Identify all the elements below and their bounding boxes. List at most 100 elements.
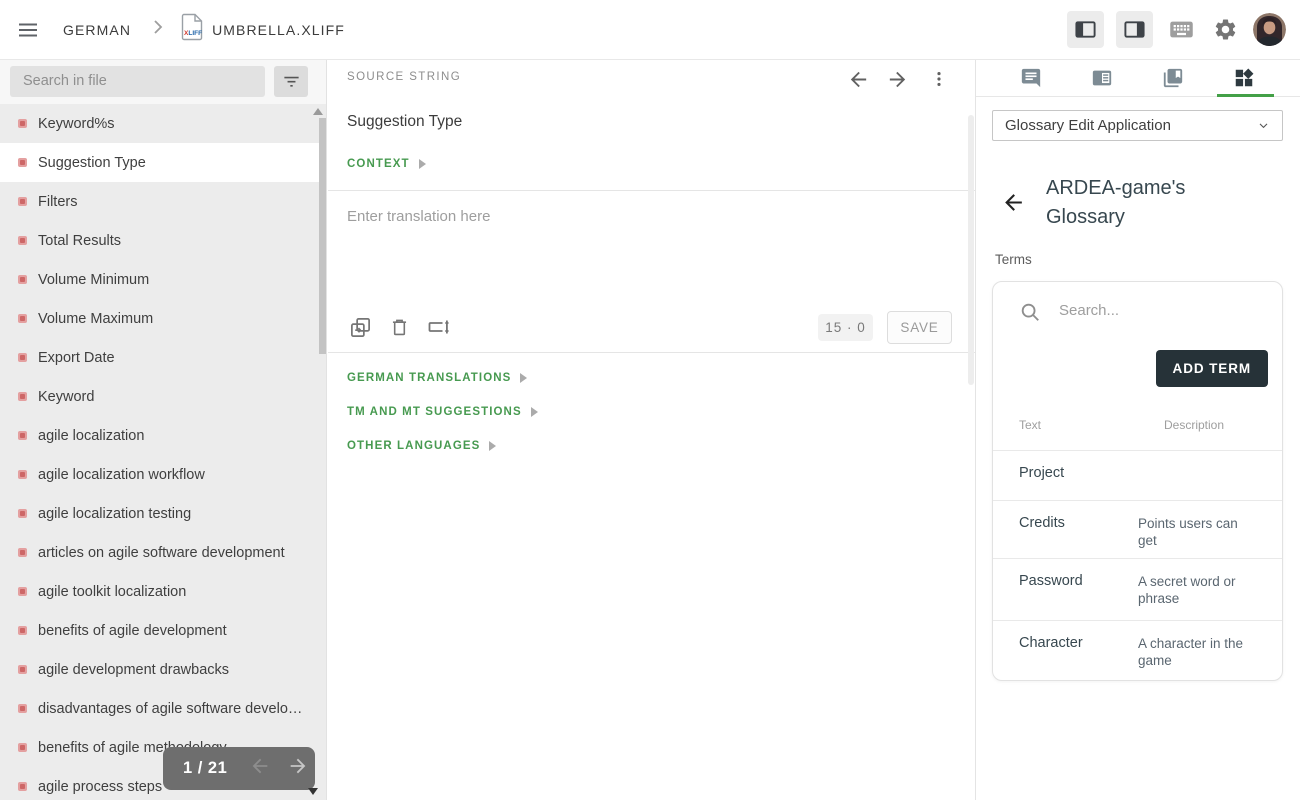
list-item[interactable]: Keyword%s xyxy=(0,104,326,143)
string-status-icon xyxy=(18,626,27,635)
list-item[interactable]: agile localization workflow xyxy=(0,455,326,494)
copy-source-icon[interactable] xyxy=(349,316,372,339)
keyboard-shortcuts-icon[interactable] xyxy=(1165,14,1197,46)
list-item[interactable]: Total Results xyxy=(0,221,326,260)
tab-collections-bookmark[interactable] xyxy=(1162,67,1184,94)
string-status-icon xyxy=(18,587,27,596)
list-item[interactable]: articles on agile software development xyxy=(0,533,326,572)
section-other-languages[interactable]: OTHER LANGUAGES xyxy=(347,440,496,452)
list-item-label: Volume Maximum xyxy=(38,311,153,327)
more-options-icon[interactable] xyxy=(929,68,949,95)
context-section-toggle[interactable]: CONTEXT xyxy=(347,158,426,170)
glossary-back-icon[interactable] xyxy=(1001,190,1026,220)
tab-comments[interactable] xyxy=(1020,67,1042,94)
column-header-text: Text xyxy=(1019,418,1041,432)
delete-translation-icon[interactable] xyxy=(389,316,410,338)
translation-input[interactable]: Enter translation here xyxy=(347,208,490,225)
previous-string-icon[interactable] xyxy=(847,68,870,96)
string-status-icon xyxy=(18,119,27,128)
breadcrumb-language[interactable]: GERMAN xyxy=(63,22,131,38)
list-item-label: agile process steps xyxy=(38,779,162,795)
string-status-icon xyxy=(18,158,27,167)
term-description: Points users can get xyxy=(1138,515,1248,549)
sidebar-scrollbar[interactable] xyxy=(319,118,326,354)
tab-widgets-active[interactable] xyxy=(1233,67,1255,94)
svg-text:XLIFF: XLIFF xyxy=(184,30,202,37)
list-item-label: disadvantages of agile software develo… xyxy=(38,701,302,717)
panel-tabs xyxy=(976,60,1300,97)
list-item[interactable]: Volume Maximum xyxy=(0,299,326,338)
menu-icon[interactable] xyxy=(16,18,40,42)
string-status-icon xyxy=(18,548,27,557)
string-status-icon xyxy=(18,704,27,713)
previous-page-icon[interactable] xyxy=(249,755,271,782)
editor-scrollbar[interactable] xyxy=(968,115,974,385)
list-item[interactable]: disadvantages of agile software develo… xyxy=(0,689,326,728)
list-item[interactable]: agile localization testing xyxy=(0,494,326,533)
glossary-app-select[interactable]: Glossary Edit Application xyxy=(992,110,1283,141)
list-item[interactable]: agile toolkit localization xyxy=(0,572,326,611)
list-item-label: Export Date xyxy=(38,350,115,366)
filter-button[interactable] xyxy=(274,66,308,97)
save-button[interactable]: SAVE xyxy=(887,311,952,344)
list-item-label: Keyword%s xyxy=(38,116,115,132)
table-row[interactable]: Character A character in the game xyxy=(993,620,1282,681)
divider xyxy=(328,190,975,191)
string-status-icon xyxy=(18,236,27,245)
section-label: OTHER LANGUAGES xyxy=(347,440,480,452)
source-string-label: SOURCE STRING xyxy=(347,71,461,83)
settings-gear-icon[interactable] xyxy=(1209,14,1241,46)
list-item[interactable]: Volume Minimum xyxy=(0,260,326,299)
list-item-label: Volume Minimum xyxy=(38,272,149,288)
table-row[interactable]: Project xyxy=(993,450,1282,500)
rename-key-icon[interactable] xyxy=(427,315,451,339)
list-item[interactable]: benefits of agile development xyxy=(0,611,326,650)
list-item-label: agile toolkit localization xyxy=(38,584,186,600)
left-panel-icon xyxy=(1074,18,1097,41)
source-string-value: Suggestion Type xyxy=(347,113,462,131)
scroll-down-icon[interactable] xyxy=(308,788,318,795)
term-text: Credits xyxy=(993,515,1138,531)
tab-reader-mode[interactable] xyxy=(1091,67,1113,94)
glossary-panel: Glossary Edit Application ARDEA-game's G… xyxy=(975,60,1300,800)
list-item-label: agile localization testing xyxy=(38,506,191,522)
string-status-icon xyxy=(18,509,27,518)
table-row[interactable]: Password A secret word or phrase xyxy=(993,558,1282,620)
editor-panel: SOURCE STRING Suggestion Type CONTEXT En… xyxy=(328,60,975,800)
terms-search-input[interactable]: Search... xyxy=(1059,302,1119,319)
expand-arrow-icon xyxy=(520,373,527,383)
list-item[interactable]: Filters xyxy=(0,182,326,221)
add-term-button[interactable]: ADD TERM xyxy=(1156,350,1268,387)
breadcrumb-filename: UMBRELLA.XLIFF xyxy=(212,22,345,38)
list-item[interactable]: agile localization xyxy=(0,416,326,455)
section-german-translations[interactable]: GERMAN TRANSLATIONS xyxy=(347,372,527,384)
terms-table: Project Credits Points users can get Pas… xyxy=(993,450,1282,681)
list-item-label: Total Results xyxy=(38,233,121,249)
term-description: A secret word or phrase xyxy=(1138,573,1248,607)
list-item-label: agile development drawbacks xyxy=(38,662,229,678)
list-item-selected[interactable]: Suggestion Type xyxy=(0,143,326,182)
sidebar-search-area: Search in file xyxy=(0,60,326,104)
list-item-label: benefits of agile development xyxy=(38,623,227,639)
list-item-label: agile localization xyxy=(38,428,144,444)
string-key-list: Keyword%s Suggestion Type Filters Total … xyxy=(0,104,326,800)
search-icon xyxy=(1019,301,1041,328)
string-status-icon xyxy=(18,743,27,752)
list-item[interactable]: agile development drawbacks xyxy=(0,650,326,689)
toggle-right-panel-button[interactable] xyxy=(1116,11,1153,48)
table-row[interactable]: Credits Points users can get xyxy=(993,500,1282,558)
next-string-icon[interactable] xyxy=(886,68,909,96)
glossary-app-select-value: Glossary Edit Application xyxy=(1005,117,1171,134)
scroll-up-icon[interactable] xyxy=(313,108,323,115)
next-page-icon[interactable] xyxy=(287,755,309,782)
list-item-label: Keyword xyxy=(38,389,94,405)
section-tm-mt-suggestions[interactable]: TM AND MT SUGGESTIONS xyxy=(347,406,538,418)
list-item[interactable]: Keyword xyxy=(0,377,326,416)
toggle-left-panel-button[interactable] xyxy=(1067,11,1104,48)
right-panel-icon xyxy=(1123,18,1146,41)
list-item[interactable]: Export Date xyxy=(0,338,326,377)
user-avatar[interactable] xyxy=(1253,13,1286,46)
column-header-description: Description xyxy=(1164,418,1224,432)
expand-arrow-icon xyxy=(489,441,496,451)
search-in-file-input[interactable]: Search in file xyxy=(10,66,265,97)
